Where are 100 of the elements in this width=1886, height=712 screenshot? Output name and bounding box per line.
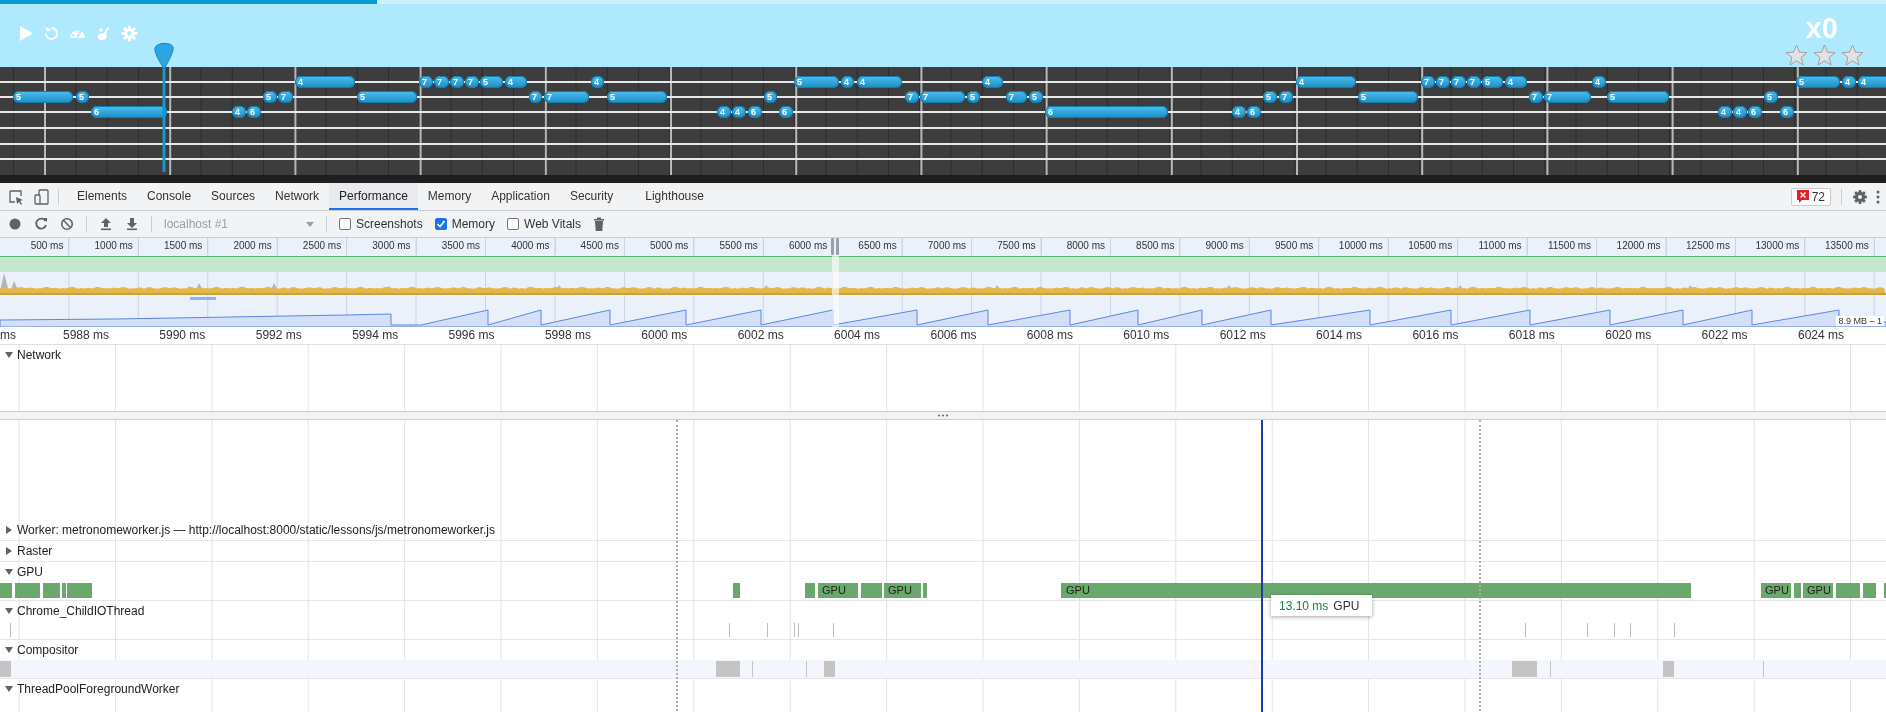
event-tick[interactable] [1587,623,1588,637]
gpu-event-bar[interactable] [62,583,66,598]
download-icon[interactable] [125,217,139,231]
checkbox-label[interactable]: Web Vitals [524,217,581,231]
upload-icon[interactable] [99,217,113,231]
event-tick[interactable] [1525,623,1526,637]
gpu-event-bar[interactable]: GPU [1803,583,1833,598]
ruler-label: 9500 ms [1249,238,1320,254]
tab-note: 4 [1296,76,1356,88]
ruler-label: 3500 ms [416,238,487,254]
ruler-label: 1500 ms [138,238,209,254]
gpu-event-bar[interactable] [1794,583,1801,598]
tab[interactable]: Elements [67,183,138,210]
tab[interactable]: Performance [329,183,418,210]
track-label[interactable]: Worker: metronomeworker.js — http://localhost:8000/static/lessons/js/metronomeworker.js [17,523,495,537]
ruler-label: 6002 ms [736,327,785,344]
track-label[interactable]: Raster [17,544,53,558]
disclosure-triangle-icon[interactable] [5,568,13,576]
event-bar[interactable] [0,661,11,677]
event-tick[interactable] [794,623,795,637]
disclosure-triangle-icon[interactable] [5,526,13,534]
event-bar[interactable] [824,661,835,677]
play-icon[interactable] [17,25,34,42]
event-bar[interactable] [1512,661,1537,677]
selection-handle[interactable] [831,238,834,255]
more-options-icon[interactable] [1876,188,1880,205]
track-label[interactable]: ThreadPoolForegroundWorker [17,682,180,696]
tab-note: 6 [1045,106,1168,118]
event-tick[interactable] [1630,623,1631,637]
track-label[interactable]: Chrome_ChildIOThread [17,604,145,618]
selection-handle[interactable] [836,238,839,255]
event-tick[interactable] [798,623,799,637]
disclosure-triangle-icon[interactable] [5,547,13,555]
gpu-event-bar[interactable] [0,583,12,598]
restart-icon[interactable] [43,25,60,42]
tab[interactable]: Console [137,183,202,210]
checkbox[interactable] [507,218,520,230]
ruler-label: 5996 ms [447,327,496,344]
disclosure-triangle-icon[interactable] [5,350,13,359]
gpu-event-bar[interactable]: GPU [1761,583,1791,598]
trash-icon[interactable] [592,217,605,231]
tab[interactable]: Network [265,183,330,210]
gpu-event-bar[interactable] [805,583,815,598]
event-tick[interactable] [1674,623,1675,637]
ruler-label: 5998 ms [543,327,592,344]
tab[interactable]: Lighthouse [635,183,714,210]
ruler-label: 6018 ms [1507,327,1556,344]
clear-icon[interactable] [60,217,74,231]
event-tick[interactable] [1614,623,1615,637]
gpu-event-bar[interactable] [861,583,882,598]
tab[interactable]: Security [559,183,624,210]
tab[interactable]: Sources [201,183,266,210]
event-tick[interactable] [729,623,730,637]
error-count-badge[interactable]: 72 [1790,187,1831,206]
track-label[interactable]: GPU [17,565,43,579]
ruler-label: 10000 ms [1319,238,1389,254]
tab[interactable]: Memory [417,183,482,210]
ruler-label: 6016 ms [1411,327,1460,344]
ruler-label: 12000 ms [1597,238,1667,254]
gpu-event-bar[interactable] [15,583,40,598]
gpu-event-bar[interactable]: GPU [1061,583,1691,598]
gpu-event-bar[interactable] [923,583,927,598]
guitar-icon[interactable] [95,25,112,42]
device-toolbar-icon[interactable] [34,188,50,205]
gpu-event-bar[interactable] [1863,583,1876,598]
tab[interactable]: Application [481,183,560,210]
event-tick[interactable] [10,623,11,637]
track-label[interactable]: Network [17,347,61,362]
disclosure-triangle-icon[interactable] [5,646,13,654]
checkbox-label[interactable]: Memory [451,217,496,231]
disclosure-triangle-icon[interactable] [5,607,13,615]
track-label[interactable]: Compositor [17,643,79,657]
event-tick[interactable] [833,623,834,637]
event-bar[interactable] [1663,661,1674,677]
checkbox[interactable] [339,218,351,230]
gpu-event-bar[interactable] [43,583,60,598]
selection-window[interactable] [832,254,839,327]
gpu-event-bar[interactable]: GPU [884,583,921,598]
ruler-label: 5000 ms [624,238,695,254]
tab-note: 7 [1544,91,1591,103]
ruler-label: 11500 ms [1527,238,1598,254]
playhead-marker[interactable] [152,42,176,175]
tab-note: 4 [295,76,355,88]
settings-icon[interactable] [1852,188,1868,205]
ruler-label: 12500 ms [1666,238,1736,254]
reload-icon[interactable] [34,217,48,231]
inspect-icon[interactable] [8,188,24,205]
event-bar[interactable] [716,661,740,677]
ruler-label: 6010 ms [1122,327,1171,344]
disclosure-triangle-icon[interactable] [5,685,13,693]
gpu-event-bar[interactable] [733,583,740,598]
event-tick[interactable] [767,623,768,637]
checkbox[interactable] [434,218,447,230]
resize-grip-icon[interactable] [938,414,948,417]
ruler-label: 9000 ms [1180,238,1250,254]
gpu-event-bar[interactable] [1836,583,1860,598]
gpu-event-bar[interactable] [67,583,92,598]
checkbox-label[interactable]: Screenshots [356,217,423,231]
gpu-event-bar[interactable]: GPU [818,583,858,598]
record-icon[interactable] [8,217,22,231]
